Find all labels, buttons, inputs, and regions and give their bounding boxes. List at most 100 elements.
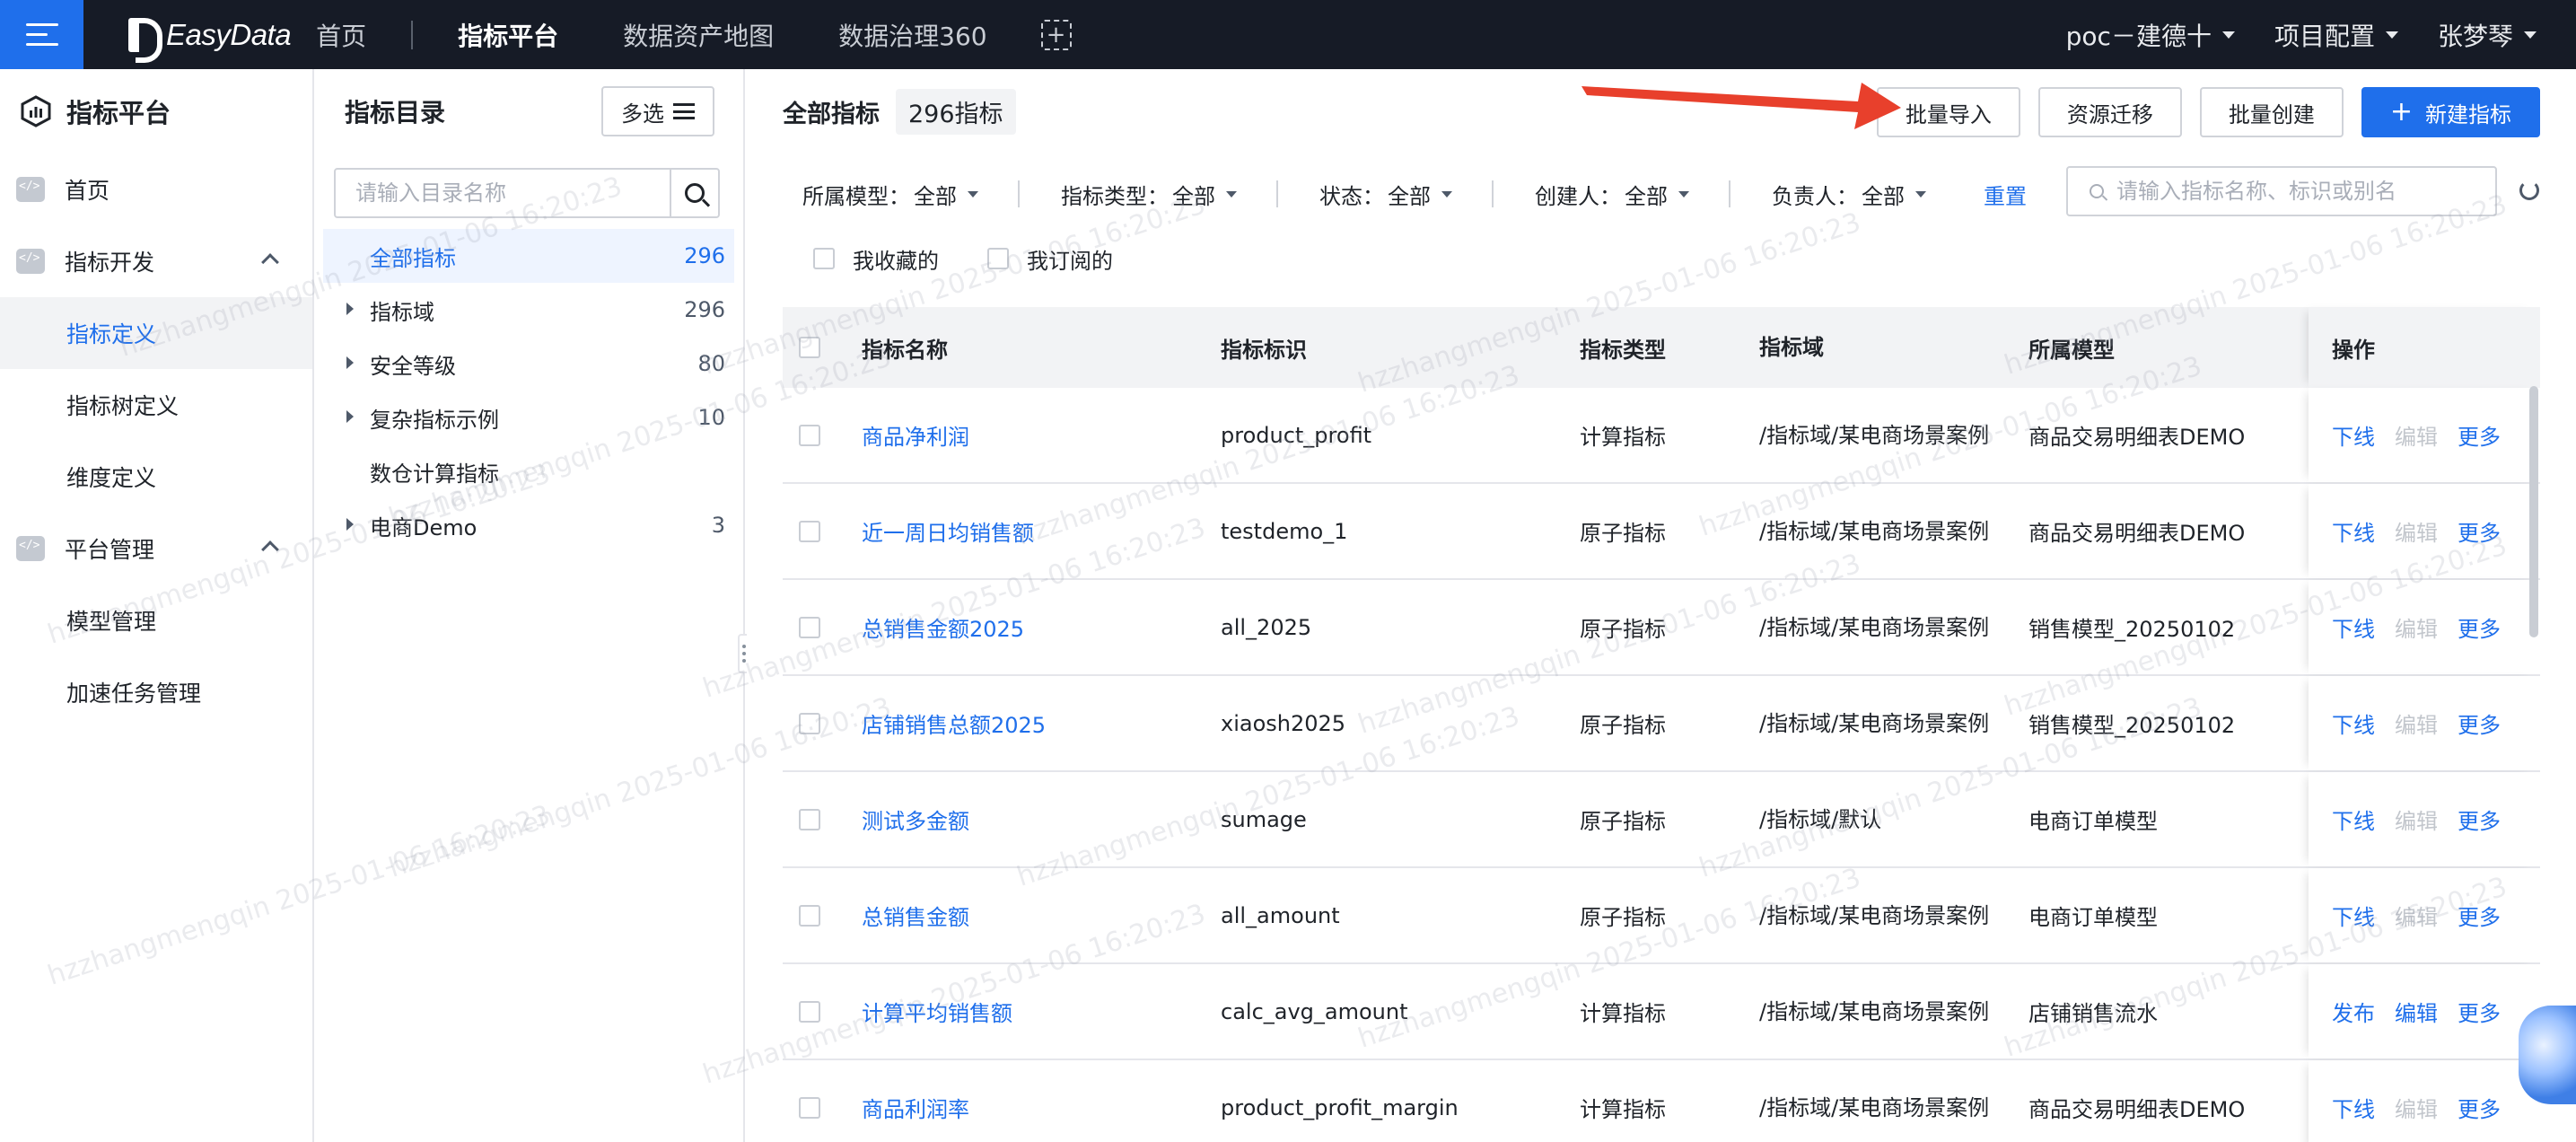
row-checkbox[interactable] <box>799 424 820 446</box>
row-checkbox[interactable] <box>799 1096 820 1119</box>
row-checkbox[interactable] <box>799 1000 820 1023</box>
filter-my-subscriptions[interactable]: 我订阅的 <box>969 243 1113 275</box>
more-action[interactable]: 更多 <box>2458 1092 2501 1123</box>
metric-search-input[interactable] <box>2104 179 2495 204</box>
multi-select-button[interactable]: 多选 <box>601 86 714 136</box>
edit-action[interactable]: 编辑 <box>2395 900 2438 931</box>
more-action[interactable]: 更多 <box>2458 419 2501 451</box>
brand[interactable]: EasyData <box>128 17 292 63</box>
checkbox[interactable] <box>813 248 835 269</box>
column-header-type[interactable]: 指标类型 <box>1580 307 1750 388</box>
tree-item-warehouse-metrics[interactable]: 数仓计算指标 <box>323 444 734 498</box>
caret-right-icon[interactable] <box>346 410 354 423</box>
assistant-bot-icon[interactable] <box>2519 1006 2576 1104</box>
publish-toggle-action[interactable]: 下线 <box>2332 900 2375 931</box>
tree-item-metric-domain[interactable]: 指标域 296 <box>323 283 734 337</box>
table-scrollbar[interactable] <box>2529 386 2538 637</box>
reset-filters-link[interactable]: 重置 <box>1984 179 2027 210</box>
metric-domain: /指标域/默认 <box>1759 806 1882 832</box>
row-checkbox[interactable] <box>799 904 820 927</box>
row-checkbox[interactable] <box>799 808 820 830</box>
add-shortcut-icon[interactable]: + <box>1040 19 1072 50</box>
caret-right-icon[interactable] <box>346 518 354 531</box>
row-checkbox[interactable] <box>799 520 820 542</box>
sidebar-item-acceleration-tasks[interactable]: 加速任务管理 <box>0 656 312 728</box>
filter-owner[interactable]: 负责人： 全部 <box>1772 179 1926 210</box>
filter-metric-type[interactable]: 指标类型： 全部 <box>1061 179 1237 210</box>
more-action[interactable]: 更多 <box>2458 804 2501 835</box>
refresh-icon[interactable] <box>2519 180 2539 200</box>
tree-item-count: 10 <box>697 405 725 430</box>
nav-home[interactable]: 首页 <box>316 17 366 53</box>
publish-toggle-action[interactable]: 下线 <box>2332 1092 2375 1123</box>
publish-toggle-action[interactable]: 下线 <box>2332 419 2375 451</box>
create-metric-button[interactable]: + 新建指标 <box>2361 87 2540 137</box>
tree-item-label: 安全等级 <box>370 353 456 379</box>
more-action[interactable]: 更多 <box>2458 611 2501 643</box>
column-header-name[interactable]: 指标名称 <box>862 307 1203 388</box>
metric-name-link[interactable]: 总销售金额 <box>862 868 1203 962</box>
row-checkbox[interactable] <box>799 616 820 638</box>
sidebar-group-platform-admin[interactable]: 平台管理 <box>0 513 312 584</box>
edit-action[interactable]: 编辑 <box>2395 996 2438 1027</box>
publish-toggle-action[interactable]: 发布 <box>2332 996 2375 1027</box>
more-action[interactable]: 更多 <box>2458 900 2501 931</box>
nav-data-governance[interactable]: 数据治理360 <box>838 17 986 53</box>
edit-action[interactable]: 编辑 <box>2395 611 2438 643</box>
edit-action[interactable]: 编辑 <box>2395 515 2438 547</box>
publish-toggle-action[interactable]: 下线 <box>2332 611 2375 643</box>
user-menu[interactable]: 张梦琴 <box>2438 17 2537 53</box>
more-action[interactable]: 更多 <box>2458 515 2501 547</box>
metric-name-link[interactable]: 商品净利润 <box>862 388 1203 482</box>
row-actions: 下线 编辑 更多 <box>2309 1060 2540 1142</box>
row-checkbox[interactable] <box>799 712 820 734</box>
sidebar-group-metric-dev[interactable]: 指标开发 <box>0 225 312 297</box>
edit-action[interactable]: 编辑 <box>2395 707 2438 739</box>
filter-status[interactable]: 状态： 全部 <box>1319 179 1452 210</box>
select-all-checkbox[interactable] <box>799 337 820 358</box>
directory-search-button[interactable] <box>670 170 718 216</box>
resource-migrate-button[interactable]: 资源迁移 <box>2037 87 2182 137</box>
metric-name-link[interactable]: 近一周日均销售额 <box>862 484 1203 578</box>
batch-create-button[interactable]: 批量创建 <box>2199 87 2344 137</box>
batch-import-button[interactable]: 批量导入 <box>1876 87 2020 137</box>
publish-toggle-action[interactable]: 下线 <box>2332 707 2375 739</box>
metric-model: 销售模型_20250102 <box>2028 713 2236 738</box>
project-config-menu[interactable]: 项目配置 <box>2274 17 2398 53</box>
metric-name-link[interactable]: 计算平均销售额 <box>862 964 1203 1059</box>
tree-item-ecommerce-demo[interactable]: 电商Demo 3 <box>323 498 734 552</box>
metric-name-link[interactable]: 测试多金额 <box>862 772 1203 866</box>
menu-toggle-button[interactable] <box>0 0 83 69</box>
column-header-model[interactable]: 所属模型 <box>2028 307 2298 388</box>
directory-search-input[interactable] <box>336 170 670 216</box>
sidebar-item-dimension-definition[interactable]: 维度定义 <box>0 441 312 513</box>
tree-item-all-metrics[interactable]: 全部指标 296 <box>323 229 734 283</box>
metric-name-link[interactable]: 总销售金额2025 <box>862 580 1203 674</box>
caret-right-icon[interactable] <box>346 303 354 315</box>
publish-toggle-action[interactable]: 下线 <box>2332 804 2375 835</box>
more-action[interactable]: 更多 <box>2458 707 2501 739</box>
checkbox[interactable] <box>987 248 1009 269</box>
filter-creator[interactable]: 创建人： 全部 <box>1535 179 1689 210</box>
sidebar-item-model-management[interactable]: 模型管理 <box>0 584 312 656</box>
more-action[interactable]: 更多 <box>2458 996 2501 1027</box>
edit-action[interactable]: 编辑 <box>2395 419 2438 451</box>
edit-action[interactable]: 编辑 <box>2395 1092 2438 1123</box>
metric-name-link[interactable]: 商品利润率 <box>862 1060 1203 1142</box>
column-header-identifier[interactable]: 指标标识 <box>1221 307 1562 388</box>
edit-action[interactable]: 编辑 <box>2395 804 2438 835</box>
publish-toggle-action[interactable]: 下线 <box>2332 515 2375 547</box>
sidebar-item-metric-definition[interactable]: 指标定义 <box>0 297 312 369</box>
nav-metric-platform[interactable]: 指标平台 <box>458 17 558 53</box>
filter-my-favorites[interactable]: 我收藏的 <box>795 243 939 275</box>
nav-data-asset-map[interactable]: 数据资产地图 <box>623 17 774 53</box>
filter-model[interactable]: 所属模型： 全部 <box>802 179 978 210</box>
tree-item-complex-examples[interactable]: 复杂指标示例 10 <box>323 391 734 444</box>
column-header-domain[interactable]: 指标域 <box>1759 307 2000 388</box>
tree-item-security-level[interactable]: 安全等级 80 <box>323 337 734 391</box>
caret-right-icon[interactable] <box>346 356 354 369</box>
sidebar-item-metric-tree[interactable]: 指标树定义 <box>0 369 312 441</box>
project-switcher[interactable]: poc－建德十 <box>2066 17 2235 53</box>
sidebar-item-home[interactable]: 首页 <box>0 154 312 225</box>
metric-name-link[interactable]: 店铺销售总额2025 <box>862 676 1203 770</box>
